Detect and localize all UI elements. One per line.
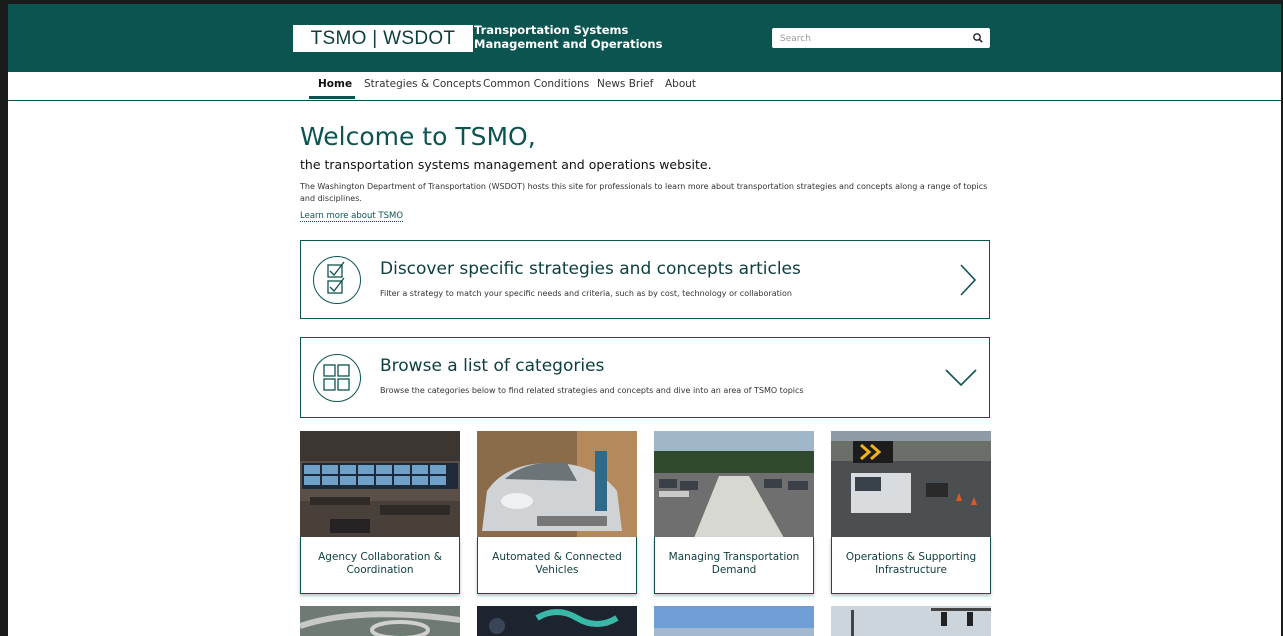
event-crowd-photo [477,606,637,636]
strategies-card-title: Discover specific strategies and concept… [380,259,801,279]
site-logo[interactable]: TSMO | WSDOT [293,25,473,52]
control-room-photo [300,431,460,538]
category-tile-managing-demand[interactable]: Managing Transportation Demand [654,431,814,594]
window-frame-left [0,0,8,636]
nav-about[interactable]: About [665,78,696,90]
page-title: Welcome to TSMO, [300,122,536,151]
category-tile-agency-collaboration[interactable]: Agency Collaboration & Coordination [300,431,460,594]
electric-car-photo [477,431,637,538]
category-tile-row2-3[interactable] [654,606,814,636]
category-tile-automated-vehicles[interactable]: Automated & Connected Vehicles [477,431,637,594]
parking-lot-photo [654,431,814,538]
categories-card-title: Browse a list of categories [380,356,605,376]
main-nav: Home Strategies & Concepts Common Condit… [8,72,1281,101]
page-subtitle: the transportation systems management an… [300,157,712,172]
category-tile-row2-1[interactable] [300,606,460,636]
tile-label-box: Operations & Supporting Infrastructure [831,537,991,594]
strategies-card-desc: Filter a strategy to match your specific… [380,289,792,298]
search-box [772,28,990,48]
category-tile-row2-4[interactable] [831,606,991,636]
tile-label-box: Managing Transportation Demand [654,537,814,594]
tile-label-box: Agency Collaboration & Coordination [300,537,460,594]
search-input[interactable] [778,30,962,48]
chevron-right-icon [960,264,977,296]
incident-truck-photo [831,431,991,538]
traffic-signal-photo [831,606,991,636]
intro-text: The Washington Department of Transportat… [300,182,988,203]
sky-road-photo [654,606,814,636]
site-title-line2: Management and Operations [474,37,663,51]
tile-label: Operations & Supporting Infrastructure [845,551,977,576]
nav-strategies-concepts[interactable]: Strategies & Concepts [364,78,481,90]
aerial-interchange-photo [300,606,460,636]
site-title: Transportation Systems Management and Op… [474,23,662,51]
nav-active-indicator [309,96,355,99]
tile-label-box: Automated & Connected Vehicles [477,537,637,594]
tile-label: Managing Transportation Demand [668,551,800,576]
strategies-card[interactable]: Discover specific strategies and concept… [300,240,990,319]
learn-more-link[interactable]: Learn more about TSMO [300,211,404,222]
category-tile-operations-infrastructure[interactable]: Operations & Supporting Infrastructure [831,431,991,594]
categories-card-desc: Browse the categories below to find rela… [380,386,804,395]
site-title-line1: Transportation Systems [474,23,629,37]
chevron-down-icon [945,369,977,387]
tile-label: Automated & Connected Vehicles [492,551,622,576]
tile-label: Agency Collaboration & Coordination [318,551,442,576]
checklist-icon [313,256,361,304]
search-icon[interactable] [972,32,984,44]
grid-icon [313,354,361,402]
site-header: TSMO | WSDOT Transportation Systems Mana… [8,4,1281,72]
category-tile-row2-2[interactable] [477,606,637,636]
nav-home[interactable]: Home [318,78,352,90]
nav-news-brief[interactable]: News Brief [597,78,653,90]
categories-card[interactable]: Browse a list of categories Browse the c… [300,337,990,418]
nav-common-conditions[interactable]: Common Conditions [483,78,589,90]
